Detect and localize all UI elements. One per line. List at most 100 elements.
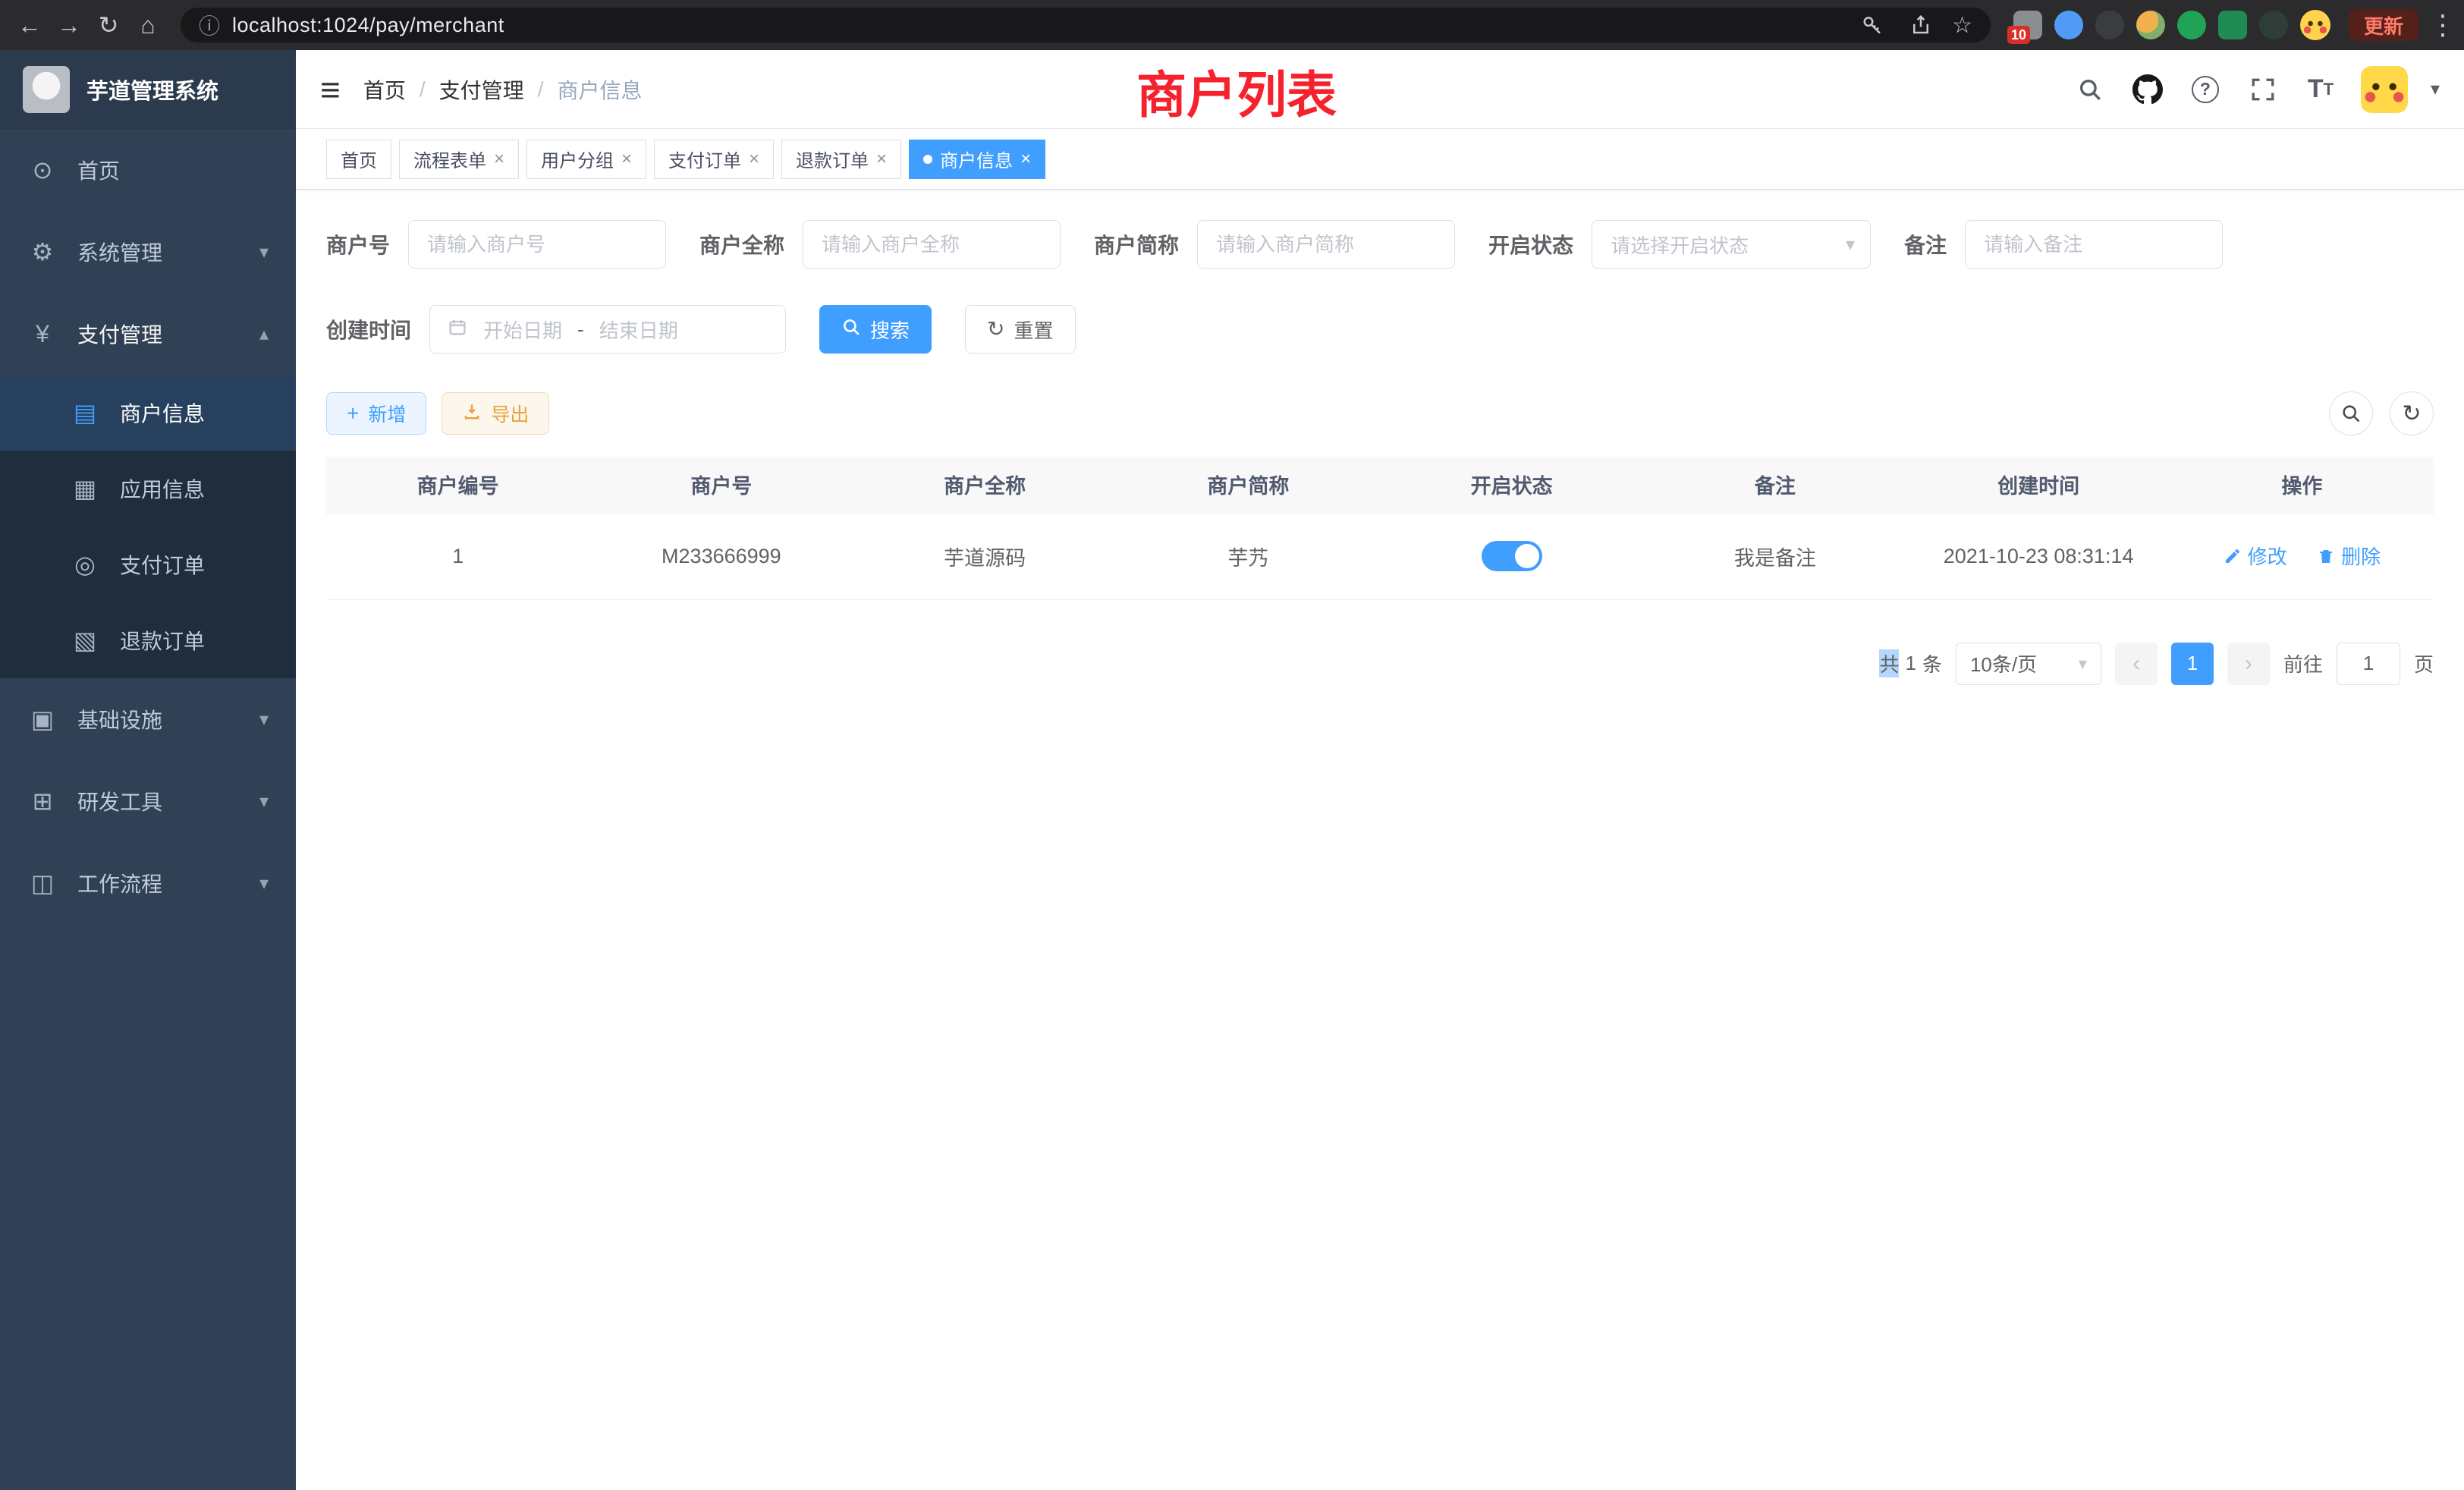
page-content: 商户号 商户全称 商户简称 开启状态 请选择开启状态 ▾ bbox=[296, 190, 2464, 1490]
page-size-select[interactable]: 10条/页 ▾ bbox=[1956, 643, 2101, 685]
sidebar-item-pay-order[interactable]: ◎ 支付订单 bbox=[0, 527, 296, 602]
full-name-input[interactable] bbox=[803, 220, 1061, 269]
search-icon bbox=[841, 317, 861, 342]
filter-row-2: 创建时间 开始日期 - 结束日期 搜索 bbox=[326, 305, 2434, 354]
hamburger-icon[interactable]: ≡ bbox=[320, 72, 341, 107]
prev-page-button[interactable]: ‹ bbox=[2115, 643, 2158, 685]
font-size-icon[interactable]: T bbox=[2303, 72, 2338, 107]
close-icon[interactable]: × bbox=[749, 150, 759, 168]
avatar-caret-icon[interactable]: ▾ bbox=[2431, 78, 2440, 100]
search-icon[interactable] bbox=[2073, 72, 2107, 107]
cell-merchant-id: 1 bbox=[326, 513, 589, 599]
home-button[interactable]: ⌂ bbox=[130, 8, 165, 42]
tab-label: 用户分组 bbox=[541, 146, 614, 172]
date-range-picker[interactable]: 开始日期 - 结束日期 bbox=[429, 305, 786, 354]
fullscreen-icon[interactable] bbox=[2246, 72, 2280, 107]
delete-link[interactable]: 删除 bbox=[2317, 542, 2381, 570]
extension-drop-icon[interactable] bbox=[2054, 11, 2083, 39]
help-icon[interactable]: ? bbox=[2188, 72, 2223, 107]
browser-menu-icon[interactable]: ⋮ bbox=[2429, 9, 2452, 41]
chevron-down-icon: ▾ bbox=[259, 872, 269, 894]
add-button[interactable]: + 新增 bbox=[326, 392, 426, 435]
tab-home[interactable]: 首页 bbox=[326, 140, 391, 179]
refresh-table-button[interactable]: ↻ bbox=[2390, 391, 2434, 435]
grid-icon: ▦ bbox=[70, 474, 100, 503]
goto-page-input[interactable] bbox=[2337, 643, 2400, 685]
filter-create-time: 创建时间 开始日期 - 结束日期 bbox=[326, 305, 786, 354]
sidebar-item-infrastructure[interactable]: ▣ 基础设施 ▾ bbox=[0, 678, 296, 760]
extensions-puzzle-icon[interactable]: 10 bbox=[2013, 11, 2042, 39]
tab-refund-order[interactable]: 退款订单 × bbox=[781, 140, 901, 179]
payment-submenu: ▤ 商户信息 ▦ 应用信息 ◎ 支付订单 ▧ 退款订单 bbox=[0, 375, 296, 678]
remark-input[interactable] bbox=[1965, 220, 2223, 269]
omnibox-actions: ☆ bbox=[1855, 8, 1972, 42]
col-remark: 备注 bbox=[1643, 457, 1906, 513]
passwords-key-icon[interactable] bbox=[1855, 8, 1890, 42]
filter-remark: 备注 bbox=[1904, 220, 2223, 269]
toggle-search-button[interactable] bbox=[2329, 391, 2373, 435]
sidebar-item-workflow[interactable]: ◫ 工作流程 ▾ bbox=[0, 842, 296, 924]
tab-merchant-info[interactable]: 商户信息 × bbox=[909, 140, 1045, 179]
refresh-icon: ↻ bbox=[987, 319, 1004, 340]
status-toggle[interactable] bbox=[1482, 541, 1542, 571]
sidebar-item-dev-tools[interactable]: ⊞ 研发工具 ▾ bbox=[0, 760, 296, 842]
sidebar-item-merchant-info[interactable]: ▤ 商户信息 bbox=[0, 375, 296, 451]
short-name-input[interactable] bbox=[1197, 220, 1455, 269]
yen-icon: ¥ bbox=[27, 320, 58, 348]
close-icon[interactable]: × bbox=[1020, 150, 1031, 168]
next-page-button[interactable]: › bbox=[2227, 643, 2270, 685]
sidebar-item-system[interactable]: ⚙ 系统管理 ▾ bbox=[0, 211, 296, 293]
reset-button[interactable]: ↻ 重置 bbox=[965, 305, 1075, 354]
filter-label: 商户号 bbox=[326, 229, 390, 259]
sidebar-item-label: 研发工具 bbox=[77, 786, 162, 816]
extension-pinwheel-icon[interactable] bbox=[2259, 11, 2288, 39]
forward-button[interactable]: → bbox=[52, 8, 86, 42]
extension-dark-icon[interactable] bbox=[2095, 11, 2124, 39]
sidebar-item-label: 商户信息 bbox=[120, 398, 205, 428]
sidebar-item-app-info[interactable]: ▦ 应用信息 bbox=[0, 451, 296, 527]
sidebar-item-payment[interactable]: ¥ 支付管理 ▴ bbox=[0, 293, 296, 375]
extension-green-check-icon[interactable] bbox=[2177, 11, 2206, 39]
site-info-icon[interactable]: ⓘ bbox=[199, 10, 220, 40]
sidebar-item-label: 系统管理 bbox=[77, 237, 162, 267]
filter-merchant-no: 商户号 bbox=[326, 220, 666, 269]
close-icon[interactable]: × bbox=[876, 150, 887, 168]
sidebar-item-refund-order[interactable]: ▧ 退款订单 bbox=[0, 602, 296, 678]
update-button[interactable]: 更新 bbox=[2349, 9, 2418, 41]
table-toolbar: + 新增 导出 ↻ bbox=[326, 391, 2434, 435]
plus-icon: + bbox=[347, 403, 359, 424]
status-select[interactable]: 请选择开启状态 ▾ bbox=[1592, 220, 1871, 269]
logo-image bbox=[23, 66, 70, 113]
breadcrumb-home[interactable]: 首页 bbox=[363, 74, 406, 105]
page-number-1[interactable]: 1 bbox=[2171, 643, 2214, 685]
github-icon[interactable] bbox=[2130, 72, 2165, 107]
extension-avatar-icon[interactable] bbox=[2136, 11, 2165, 39]
tab-label: 流程表单 bbox=[413, 146, 486, 172]
tab-label: 退款订单 bbox=[796, 146, 869, 172]
export-button[interactable]: 导出 bbox=[442, 392, 549, 435]
back-button[interactable]: ← bbox=[12, 8, 47, 42]
extension-green-book-icon[interactable] bbox=[2218, 11, 2247, 39]
tab-pay-order[interactable]: 支付订单 × bbox=[654, 140, 774, 179]
share-icon[interactable] bbox=[1903, 8, 1938, 42]
profile-avatar[interactable] bbox=[2300, 10, 2330, 40]
chevron-down-icon: ▾ bbox=[259, 241, 269, 263]
user-avatar[interactable] bbox=[2361, 66, 2408, 113]
logo[interactable]: 芋道管理系统 bbox=[0, 50, 296, 129]
filter-label: 商户简称 bbox=[1094, 229, 1179, 259]
sidebar-item-home[interactable]: ⊙ 首页 bbox=[0, 129, 296, 211]
gear-icon: ⚙ bbox=[27, 237, 58, 266]
edit-link[interactable]: 修改 bbox=[2224, 542, 2287, 570]
address-bar[interactable]: ⓘ localhost:1024/pay/merchant ☆ bbox=[181, 8, 1991, 42]
breadcrumb-payment[interactable]: 支付管理 bbox=[439, 74, 524, 105]
close-icon[interactable]: × bbox=[494, 150, 504, 168]
bookmark-star-icon[interactable]: ☆ bbox=[1952, 12, 1972, 39]
breadcrumb-current: 商户信息 bbox=[557, 74, 642, 105]
tab-user-group[interactable]: 用户分组 × bbox=[526, 140, 646, 179]
close-icon[interactable]: × bbox=[621, 150, 632, 168]
merchant-no-input[interactable] bbox=[408, 220, 666, 269]
reload-button[interactable]: ↻ bbox=[91, 8, 126, 42]
tab-label: 首页 bbox=[341, 146, 377, 172]
tab-process-form[interactable]: 流程表单 × bbox=[399, 140, 519, 179]
search-button[interactable]: 搜索 bbox=[819, 305, 932, 354]
